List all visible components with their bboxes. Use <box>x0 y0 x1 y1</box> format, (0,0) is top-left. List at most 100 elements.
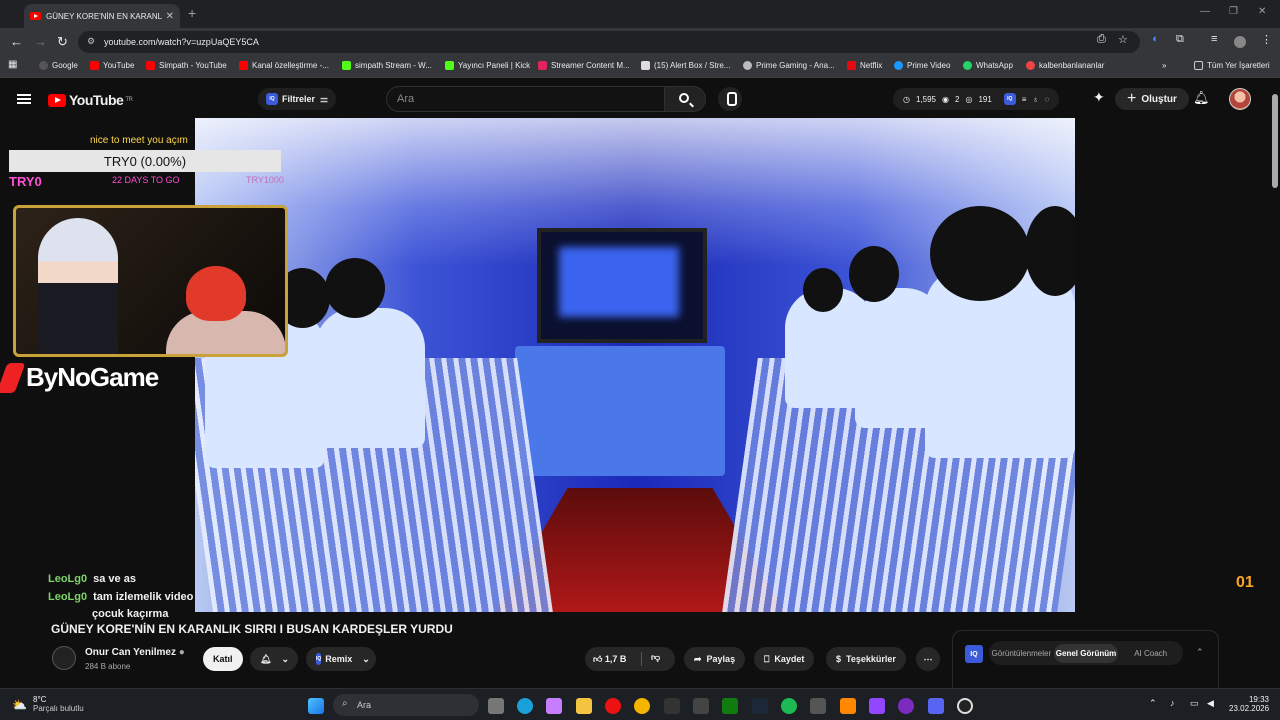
dislike-button[interactable]: 👎︎ <box>651 652 660 663</box>
taskbar-search[interactable]: ⌕ Ara <box>333 694 479 716</box>
all-bookmarks[interactable]: Tüm Yer İşaretleri <box>1194 61 1270 70</box>
tab-search-icon[interactable]: ≡ <box>1211 33 1217 45</box>
like-button[interactable]: 👍︎ 1,7 B <box>593 654 626 665</box>
network-icon[interactable]: ▭ <box>1190 698 1199 709</box>
thanks-button[interactable]: $ Teşekkürler <box>826 647 906 671</box>
install-app-icon[interactable]: ⎙ <box>1097 33 1106 46</box>
join-button[interactable]: Katıl <box>203 647 243 671</box>
url-text: youtube.com/watch?v=uzpUaQEY5CA <box>104 37 259 47</box>
app-icon[interactable] <box>840 698 856 714</box>
reload-icon[interactable]: ↻ <box>57 34 68 50</box>
amazon-icon[interactable] <box>693 698 709 714</box>
opera-icon[interactable] <box>605 698 621 714</box>
goal-left-label: TRY0 <box>9 174 42 189</box>
epic-games-icon[interactable] <box>664 698 680 714</box>
save-button[interactable]: ⎕ Kaydet <box>754 647 815 671</box>
copilot-icon[interactable] <box>546 698 562 714</box>
youtube-logo[interactable]: YouTube TR <box>48 92 133 108</box>
clock[interactable]: 19:33 23.02.2026 <box>1229 695 1269 713</box>
video-frame[interactable] <box>195 118 1075 612</box>
search-icon <box>679 93 689 103</box>
window-close-icon[interactable]: ✕ <box>1258 6 1266 17</box>
app-icon[interactable] <box>898 698 914 714</box>
more-bookmarks-icon[interactable]: » <box>1162 61 1166 70</box>
task-view-icon[interactable] <box>488 698 504 714</box>
edge-icon[interactable] <box>517 698 533 714</box>
bookmark-streamer-content[interactable]: Streamer Content M... <box>538 61 630 70</box>
share-button[interactable]: ➦ Paylaş <box>684 647 746 671</box>
tab-ai-coach[interactable]: AI Coach <box>1118 649 1183 658</box>
weather-widget[interactable]: ⛅ 8°C Parçalı bulutlu <box>12 695 84 713</box>
bookmark-kanal[interactable]: Kanal özelleştirme -... <box>239 61 329 70</box>
filters-button[interactable]: IQ Filtreler ⚌ <box>258 88 337 110</box>
maximize-icon[interactable]: ❐ <box>1229 6 1238 17</box>
bookmark-simpath-stream[interactable]: simpath Stream - W... <box>342 61 432 70</box>
voice-search-icon[interactable] <box>718 87 742 111</box>
view-icon: ◎ <box>965 94 973 104</box>
bookmark-prime-video[interactable]: Prime Video <box>894 61 950 70</box>
stats-pill[interactable]: ◷ 1,595 ◉ 2 ◎ 191 IQ ≡ ♁ ◌ <box>893 88 1060 110</box>
spotify-icon[interactable] <box>781 698 797 714</box>
obs-icon[interactable] <box>957 698 973 714</box>
user-avatar[interactable] <box>1229 88 1251 110</box>
bookmark-alert-box[interactable]: (15) Alert Box / Stre... <box>641 61 730 70</box>
search-icon: ⌕ <box>342 698 348 709</box>
page-scrollbar[interactable] <box>1272 94 1278 188</box>
channel-name[interactable]: Onur Can Yenilmez ● <box>85 647 185 658</box>
tray-chevron-icon[interactable]: ⌃ <box>1149 698 1157 709</box>
subscribe-bell-button[interactable]: 🔔︎ ⌄ <box>250 647 298 671</box>
close-tab-icon[interactable]: ✕ <box>166 11 174 22</box>
volume-icon[interactable]: ◀ <box>1207 698 1214 709</box>
file-explorer-icon[interactable] <box>576 698 592 714</box>
apps-grid-icon[interactable]: ▦ <box>8 59 17 70</box>
notifications-bell-icon[interactable]: 🔔︎ <box>1193 90 1210 106</box>
xbox-icon[interactable] <box>722 698 738 714</box>
extensions-puzzle-icon[interactable]: ⧉ <box>1176 33 1184 46</box>
microphone-icon[interactable]: ♪ <box>1170 698 1175 708</box>
start-icon[interactable] <box>308 698 324 714</box>
tab-overview[interactable]: Genel Görünüm <box>1053 643 1119 663</box>
video-head <box>930 206 1030 301</box>
discord-icon[interactable] <box>928 698 944 714</box>
hamburger-menu-icon[interactable] <box>17 94 31 104</box>
clock-icon: ◷ <box>903 94 910 104</box>
create-button[interactable]: + Oluştur <box>1115 88 1189 110</box>
browser-tab[interactable]: GÜNEY KORE'NİN EN KARANLI ✕ <box>24 4 180 28</box>
sparkle-icon[interactable]: ✦ <box>1093 89 1105 106</box>
bookmark-kick[interactable]: Yayıncı Paneli | Kick <box>445 61 530 70</box>
chrome-icon[interactable] <box>634 698 650 714</box>
forward-icon[interactable]: → <box>34 34 47 49</box>
bookmark-youtube[interactable]: YouTube <box>90 61 134 70</box>
twitch-icon[interactable] <box>869 698 885 714</box>
bookmark-star-icon[interactable]: ☆ <box>1118 33 1128 46</box>
windows-taskbar: ⛅ 8°C Parçalı bulutlu ⌕ Ara ⌃ ♪ ▭ ◀ 19:3… <box>0 688 1280 720</box>
bookmark-prime-gaming[interactable]: Prime Gaming - Ana... <box>743 61 835 70</box>
video-player[interactable]: nice to meet you açım TRY0 (0.00%) TRY0 … <box>0 118 1270 620</box>
browser-menu-icon[interactable]: ⋮ <box>1261 33 1272 46</box>
browser-tab-strip: GÜNEY KORE'NİN EN KARANLI ✕ + — ❐ ✕ <box>0 0 1280 28</box>
channel-avatar[interactable] <box>52 646 76 670</box>
extension-icon[interactable]: ◖ <box>1151 33 1158 45</box>
search-input[interactable]: Ara <box>386 86 665 112</box>
bookmark-netflix[interactable]: Netflix <box>847 61 882 70</box>
collapse-chevron-icon[interactable]: ⌃ <box>1196 647 1204 658</box>
address-bar[interactable]: ⚙ youtube.com/watch?v=uzpUaQEY5CA <box>78 31 1140 53</box>
bookmark-simpath-youtube[interactable]: Simpath - YouTube <box>146 61 227 70</box>
search-button[interactable] <box>664 86 706 112</box>
remix-button[interactable]: IQ Remix ⌄ <box>306 647 376 671</box>
bookmark-kalbenbanlananlar[interactable]: kalbenbanlananlar <box>1026 61 1104 70</box>
capcut-icon[interactable] <box>810 698 826 714</box>
bookmark-google[interactable]: Google <box>39 61 78 70</box>
new-tab-icon[interactable]: + <box>188 5 196 21</box>
profile-icon[interactable] <box>1234 36 1246 48</box>
site-info-icon[interactable]: ⚙ <box>87 36 95 47</box>
video-person <box>315 308 425 448</box>
bookmark-whatsapp[interactable]: WhatsApp <box>963 61 1013 70</box>
back-icon[interactable]: ← <box>10 34 23 49</box>
minimize-icon[interactable]: — <box>1200 6 1210 17</box>
more-actions-icon[interactable]: ⋯ <box>916 647 940 671</box>
tab-views[interactable]: Görüntülenmeler <box>989 649 1054 658</box>
sliders-icon: ⚌ <box>320 93 329 104</box>
goal-bar: TRY0 (0.00%) <box>9 150 281 172</box>
steam-icon[interactable] <box>752 698 768 714</box>
